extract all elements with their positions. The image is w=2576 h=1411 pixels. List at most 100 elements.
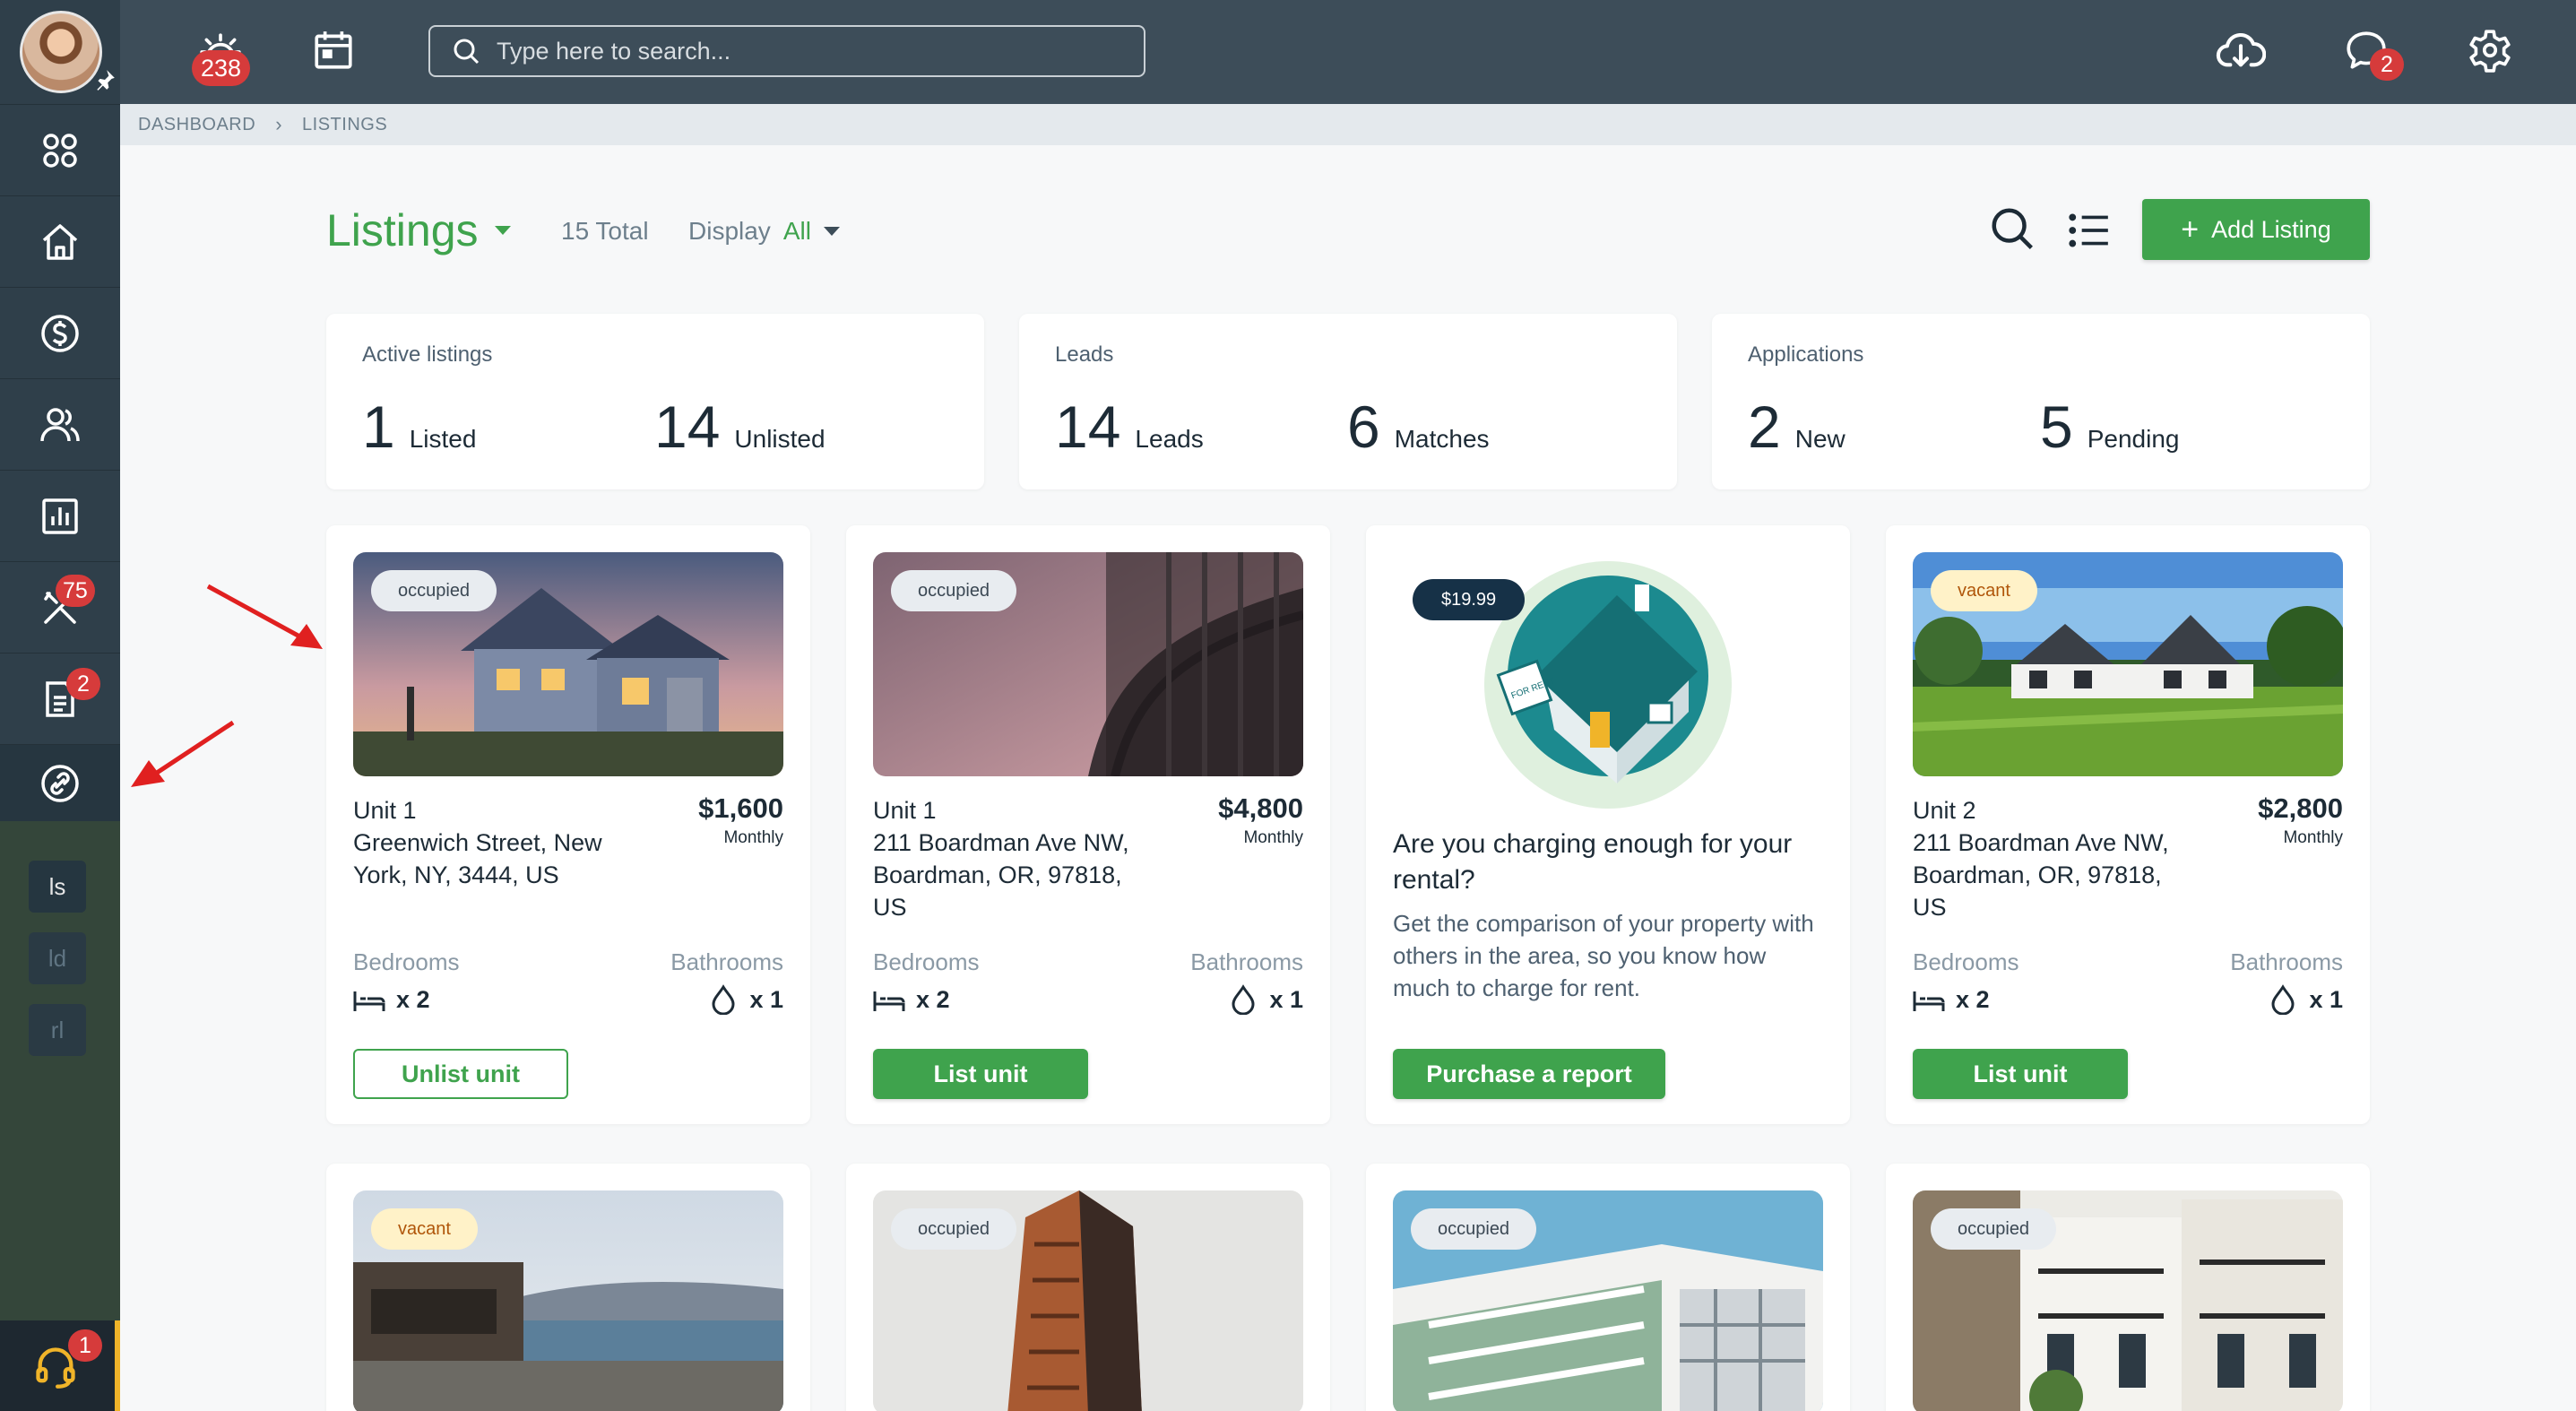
unlist-unit-button[interactable]: Unlist unit — [353, 1049, 568, 1099]
bathrooms-label: Bathrooms — [2230, 948, 2343, 975]
unit-name: Unit 2 — [1913, 797, 1976, 824]
avatar[interactable] — [20, 11, 102, 93]
water-drop-icon — [1232, 984, 1255, 1015]
stat-unlisted[interactable]: 14 Unlisted — [654, 393, 826, 461]
sidebar-item-applications[interactable]: 2 — [0, 653, 120, 744]
sidebar: 75 2 ls ld rl 1 — [0, 0, 120, 1411]
add-listing-label: Add Listing — [2211, 215, 2331, 243]
stat-text: New — [1794, 425, 1846, 453]
submenu-chip-ls[interactable]: ls — [29, 861, 86, 913]
submenu-chip-ld[interactable]: ld — [29, 932, 86, 984]
stat-text: Matches — [1394, 425, 1490, 453]
sidebar-item-reports[interactable] — [0, 470, 120, 561]
listing-photo[interactable]: vacant — [1913, 552, 2343, 776]
unit-name: Unit 1 — [873, 797, 937, 824]
listing-photo[interactable]: occupied — [873, 552, 1303, 776]
add-listing-button[interactable]: + Add Listing — [2142, 199, 2370, 260]
rent-price: $4,800 Monthly — [1218, 792, 1303, 848]
sidebar-item-payments[interactable] — [0, 287, 120, 378]
search-icon — [454, 39, 480, 65]
stat-pending[interactable]: 5 Pending — [2040, 393, 2179, 461]
maintenance-count-badge: 75 — [56, 575, 95, 607]
listing-card[interactable]: occupied — [846, 1164, 1330, 1411]
breadcrumb: DASHBOARD › LISTINGS — [120, 104, 2576, 145]
download-button[interactable] — [2212, 22, 2269, 79]
alerts-button[interactable]: 238 — [192, 23, 251, 86]
gear-icon — [2469, 30, 2511, 73]
main-content: Listings 15 Total Display All + Add List… — [120, 145, 2576, 1411]
listing-card[interactable]: occupied Unit 1 211 Boardman Ave NW, Boar… — [846, 525, 1330, 1124]
status-badge: occupied — [891, 1208, 1017, 1250]
bed-icon — [873, 991, 905, 1011]
stat-matches[interactable]: 6 Matches — [1347, 393, 1490, 461]
promo-price-tag: $19.99 — [1413, 579, 1526, 620]
page-title-dropdown[interactable]: Listings — [326, 204, 511, 256]
bedrooms-value: x 2 — [1913, 986, 1990, 1014]
list-unit-button[interactable]: List unit — [873, 1049, 1088, 1099]
search-icon[interactable] — [1988, 204, 2036, 253]
calendar-button[interactable] — [305, 22, 362, 79]
rent-price: $1,600 Monthly — [698, 792, 783, 848]
stat-number: 1 — [362, 394, 395, 460]
user-avatar-area[interactable] — [0, 0, 120, 104]
listing-card[interactable]: occupied Unit 1 Greenwich Street, New Yor… — [326, 525, 810, 1124]
promo-description: Get the comparison of your property with… — [1393, 910, 1814, 1001]
status-badge: occupied — [891, 570, 1017, 611]
breadcrumb-dashboard[interactable]: DASHBOARD — [138, 115, 255, 135]
listing-photo[interactable]: occupied — [1913, 1190, 2343, 1411]
bathrooms-count: x 1 — [2309, 985, 2343, 1013]
listing-photo[interactable]: occupied — [1393, 1190, 1823, 1411]
bedrooms-count: x 2 — [1956, 986, 1990, 1013]
stat-new[interactable]: 2 New — [1748, 393, 1846, 461]
listing-photo[interactable]: occupied — [873, 1190, 1303, 1411]
stat-label: Active listings — [362, 342, 493, 367]
messages-button[interactable]: 2 — [2338, 22, 2404, 81]
bar-chart-icon — [42, 498, 78, 534]
list-view-icon[interactable] — [2067, 208, 2112, 253]
address: Greenwich Street, New York, NY, 3444, US — [353, 829, 602, 888]
sidebar-item-apps[interactable] — [0, 104, 120, 195]
price-period: Monthly — [1243, 828, 1303, 847]
status-badge: occupied — [1931, 1208, 2057, 1250]
bathrooms-label: Bathrooms — [1190, 948, 1303, 975]
listing-card[interactable]: occupied — [1366, 1164, 1850, 1411]
sidebar-item-maintenance[interactable]: 75 — [0, 561, 120, 653]
apps-grid-icon — [43, 133, 77, 168]
listing-card[interactable]: occupied — [1886, 1164, 2370, 1411]
home-icon — [42, 223, 78, 260]
messages-count-badge: 2 — [2370, 48, 2404, 81]
annotation-arrow-icon — [206, 584, 323, 649]
submenu-chip-rl[interactable]: rl — [29, 1004, 86, 1056]
list-unit-button[interactable]: List unit — [1913, 1049, 2128, 1099]
address: 211 Boardman Ave NW, Boardman, OR, 97818… — [1913, 829, 2169, 921]
settings-button[interactable] — [2461, 22, 2519, 79]
support-button[interactable]: 1 — [0, 1320, 120, 1411]
search-bar[interactable] — [428, 25, 1145, 77]
listing-photo[interactable]: vacant — [353, 1190, 783, 1411]
unit-name: Unit 1 — [353, 797, 417, 824]
listing-card[interactable]: vacant — [326, 1164, 810, 1411]
price-period: Monthly — [723, 828, 783, 847]
page-title: Listings — [326, 205, 479, 255]
stat-text: Leads — [1135, 425, 1204, 453]
bathrooms-value: x 1 — [2269, 984, 2343, 1015]
people-icon — [40, 407, 80, 441]
stat-text: Unlisted — [734, 425, 826, 453]
support-count-badge: 1 — [68, 1329, 102, 1362]
listing-photo[interactable]: occupied — [353, 552, 783, 776]
stat-text: Pending — [2087, 425, 2180, 453]
bedrooms-label: Bedrooms — [1913, 948, 2019, 975]
stat-leads[interactable]: 14 Leads — [1055, 393, 1204, 461]
stat-text: Listed — [409, 425, 477, 453]
search-input[interactable] — [497, 37, 1124, 65]
sidebar-item-people[interactable] — [0, 378, 120, 470]
sidebar-item-listings[interactable] — [0, 744, 120, 821]
sidebar-item-home[interactable] — [0, 195, 120, 287]
bathrooms-count: x 1 — [1269, 985, 1303, 1013]
display-filter[interactable]: Display All — [688, 217, 840, 246]
bedrooms-value: x 2 — [353, 986, 430, 1014]
purchase-report-button[interactable]: Purchase a report — [1393, 1049, 1665, 1099]
listing-card[interactable]: vacant Unit 2 211 Boardman Ave NW, Boardm… — [1886, 525, 2370, 1124]
display-value: All — [782, 217, 811, 245]
stat-listed[interactable]: 1 Listed — [362, 393, 476, 461]
